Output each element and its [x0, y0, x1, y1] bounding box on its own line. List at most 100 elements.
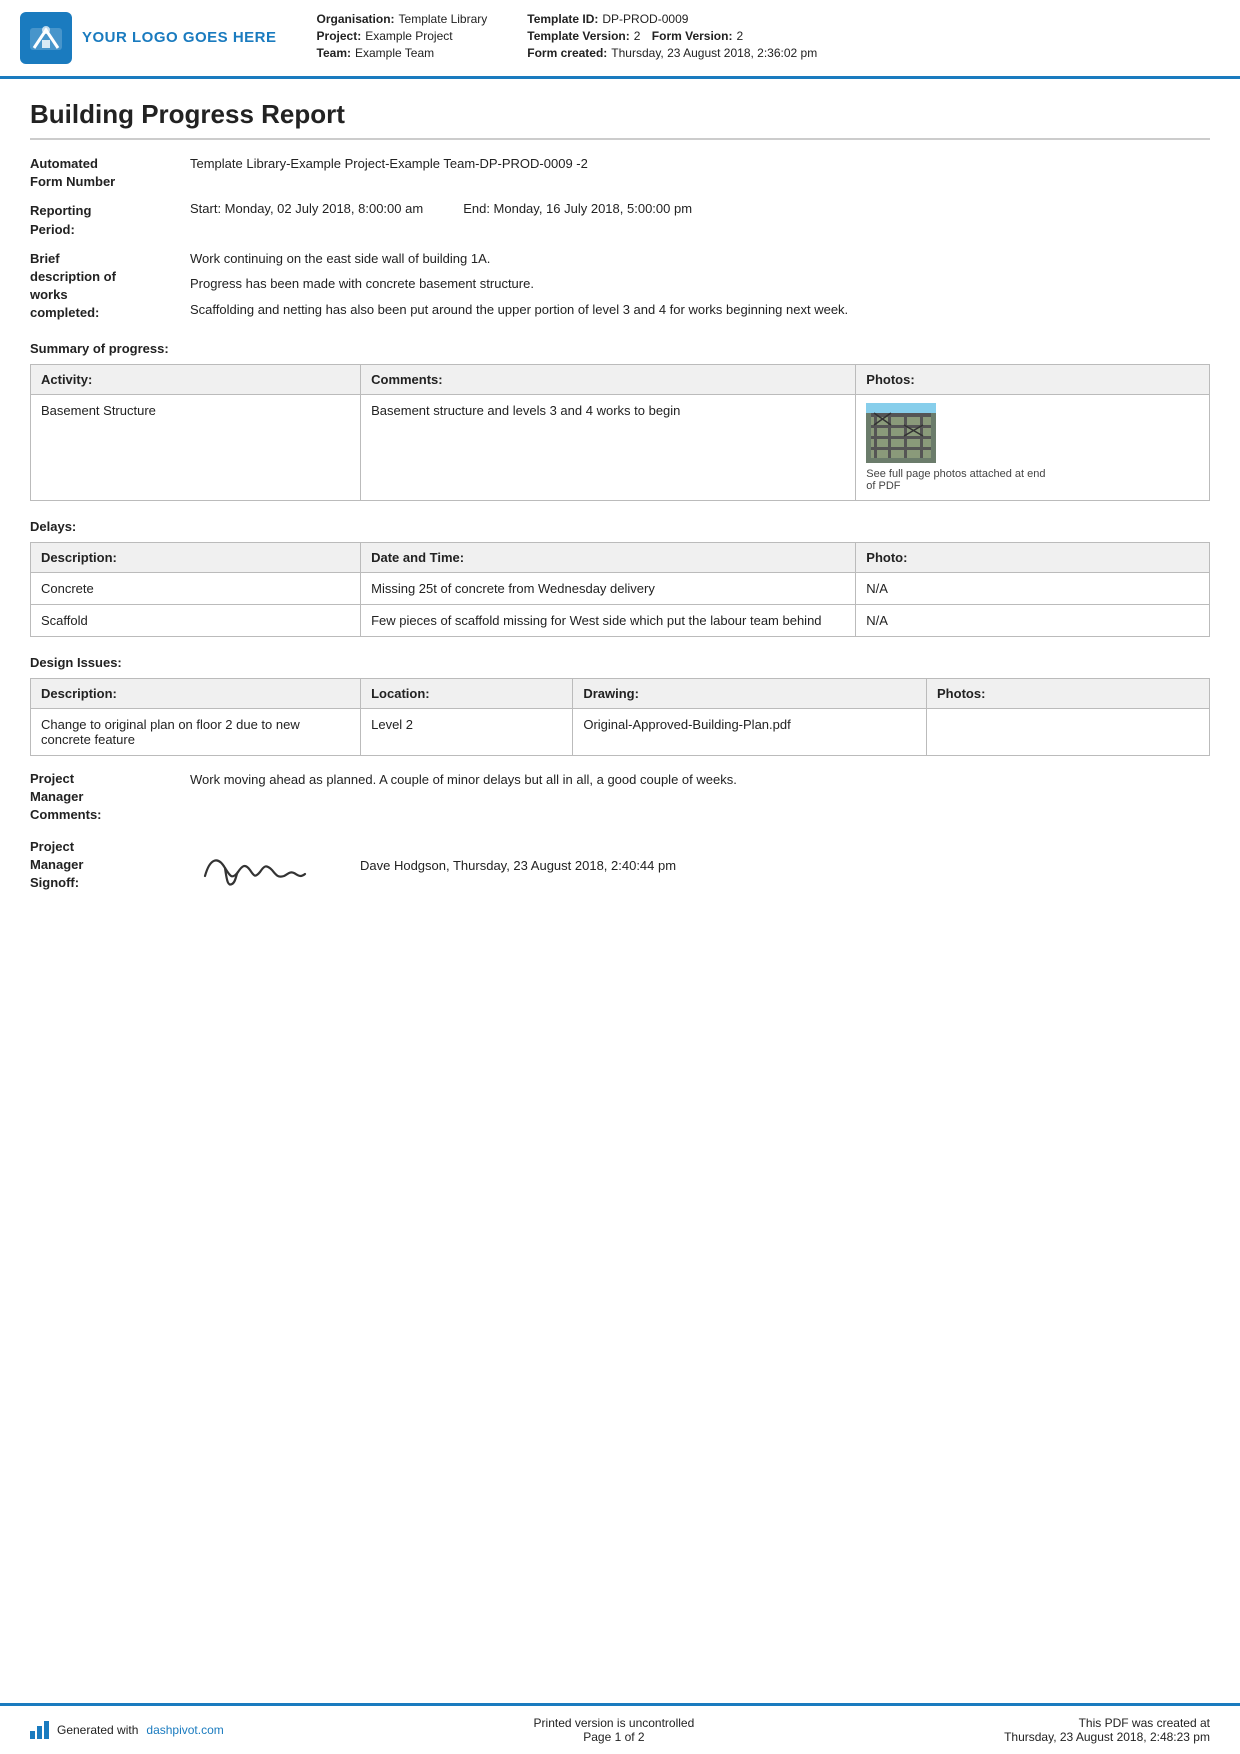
- form-number-value: Template Library-Example Project-Example…: [190, 154, 1210, 174]
- brief-desc-line-1: Work continuing on the east side wall of…: [190, 249, 1210, 269]
- delays-table: Description: Date and Time: Photo: Concr…: [30, 542, 1210, 637]
- project-value: Example Project: [365, 29, 452, 43]
- template-version-row: Template Version: 2 Form Version: 2: [527, 29, 817, 43]
- team-value: Example Team: [355, 46, 434, 60]
- design-col-photos: Photos:: [927, 678, 1210, 708]
- brief-desc-row: Briefdescription ofworkscompleted: Work …: [30, 249, 1210, 323]
- project-label: Project:: [317, 29, 362, 43]
- delays-photo-1: N/A: [856, 572, 1210, 604]
- pm-signoff-row: ProjectManagerSignoff: Dave Hodgson, Thu…: [30, 838, 1210, 893]
- form-fields: AutomatedForm Number Template Library-Ex…: [30, 154, 1210, 323]
- delays-header-row: Description: Date and Time: Photo:: [31, 542, 1210, 572]
- design-col-location: Location:: [361, 678, 573, 708]
- reporting-period-value: Start: Monday, 02 July 2018, 8:00:00 am …: [190, 201, 1210, 216]
- summary-col-photos: Photos:: [856, 364, 1210, 394]
- summary-photos-1: See full page photos attached at end of …: [856, 394, 1210, 500]
- form-created-value: Thursday, 23 August 2018, 2:36:02 pm: [611, 46, 817, 60]
- delays-section-header: Delays:: [30, 519, 1210, 534]
- delays-desc-2: Scaffold: [31, 604, 361, 636]
- pm-comments-value: Work moving ahead as planned. A couple o…: [190, 770, 1210, 790]
- delays-col-photo: Photo:: [856, 542, 1210, 572]
- delays-col-desc: Description:: [31, 542, 361, 572]
- footer-generated-link[interactable]: dashpivot.com: [146, 1723, 223, 1737]
- summary-section-header: Summary of progress:: [30, 341, 1210, 356]
- dashpivot-bar-icon: [30, 1721, 49, 1739]
- photo-caption: See full page photos attached at end of …: [866, 468, 1046, 492]
- header-meta: Organisation: Template Library Project: …: [297, 12, 1210, 64]
- team-label: Team:: [317, 46, 351, 60]
- summary-comments-1: Basement structure and levels 3 and 4 wo…: [361, 394, 856, 500]
- template-version-value: 2: [634, 29, 641, 43]
- pm-comments-row: ProjectManagerComments: Work moving ahea…: [30, 770, 1210, 825]
- brief-desc-label: Briefdescription ofworkscompleted:: [30, 249, 190, 323]
- summary-col-comments: Comments:: [361, 364, 856, 394]
- design-issues-table: Description: Location: Drawing: Photos: …: [30, 678, 1210, 756]
- summary-row-1: Basement Structure Basement structure an…: [31, 394, 1210, 500]
- org-value: Template Library: [399, 12, 488, 26]
- page-header: YOUR LOGO GOES HERE Organisation: Templa…: [0, 0, 1240, 79]
- design-desc-1: Change to original plan on floor 2 due t…: [31, 708, 361, 755]
- reporting-start: Start: Monday, 02 July 2018, 8:00:00 am: [190, 201, 423, 216]
- delays-datetime-1: Missing 25t of concrete from Wednesday d…: [361, 572, 856, 604]
- footer-page: Page 1 of 2: [534, 1730, 695, 1744]
- org-label: Organisation:: [317, 12, 395, 26]
- signature-area: Dave Hodgson, Thursday, 23 August 2018, …: [190, 838, 676, 893]
- org-row: Organisation: Template Library: [317, 12, 488, 26]
- brief-desc-line-2: Progress has been made with concrete bas…: [190, 274, 1210, 294]
- summary-activity-1: Basement Structure: [31, 394, 361, 500]
- logo-icon: [20, 12, 72, 64]
- footer-left: Generated with dashpivot.com: [30, 1721, 224, 1739]
- form-created-label: Form created:: [527, 46, 607, 60]
- delays-desc-1: Concrete: [31, 572, 361, 604]
- signature-image: [190, 838, 320, 893]
- template-id-label: Template ID:: [527, 12, 598, 26]
- design-col-desc: Description:: [31, 678, 361, 708]
- template-version-label: Template Version:: [527, 29, 629, 43]
- summary-table-header-row: Activity: Comments: Photos:: [31, 364, 1210, 394]
- pm-section: ProjectManagerComments: Work moving ahea…: [30, 770, 1210, 894]
- project-row: Project: Example Project: [317, 29, 488, 43]
- delays-col-datetime: Date and Time:: [361, 542, 856, 572]
- footer-uncontrolled: Printed version is uncontrolled: [534, 1716, 695, 1730]
- template-id-row: Template ID: DP-PROD-0009: [527, 12, 817, 26]
- design-issues-section-header: Design Issues:: [30, 655, 1210, 670]
- footer-pdf-created: This PDF was created at Thursday, 23 Aug…: [1004, 1716, 1210, 1744]
- reporting-end: End: Monday, 16 July 2018, 5:00:00 pm: [463, 201, 692, 216]
- pm-signoff-label: ProjectManagerSignoff:: [30, 838, 190, 893]
- footer-generated-text: Generated with: [57, 1723, 138, 1737]
- pm-signoff-name: Dave Hodgson, Thursday, 23 August 2018, …: [360, 858, 676, 873]
- delays-row-2: Scaffold Few pieces of scaffold missing …: [31, 604, 1210, 636]
- logo-section: YOUR LOGO GOES HERE: [20, 12, 277, 64]
- design-photos-1: [927, 708, 1210, 755]
- photo-thumbnail: [866, 403, 936, 463]
- form-version-label: Form Version:: [652, 29, 733, 43]
- design-location-1: Level 2: [361, 708, 573, 755]
- delays-row-1: Concrete Missing 25t of concrete from We…: [31, 572, 1210, 604]
- photo-cell: See full page photos attached at end of …: [866, 403, 1199, 492]
- template-id-value: DP-PROD-0009: [602, 12, 688, 26]
- summary-table: Activity: Comments: Photos: Basement Str…: [30, 364, 1210, 501]
- meta-col-left: Organisation: Template Library Project: …: [317, 12, 488, 64]
- design-drawing-1: Original-Approved-Building-Plan.pdf: [573, 708, 927, 755]
- brief-desc-value: Work continuing on the east side wall of…: [190, 249, 1210, 320]
- summary-col-activity: Activity:: [31, 364, 361, 394]
- form-number-label: AutomatedForm Number: [30, 154, 190, 191]
- reporting-period-label: ReportingPeriod:: [30, 201, 190, 238]
- page-footer: Generated with dashpivot.com Printed ver…: [0, 1703, 1240, 1754]
- pm-comments-label: ProjectManagerComments:: [30, 770, 190, 825]
- meta-col-right: Template ID: DP-PROD-0009 Template Versi…: [527, 12, 817, 64]
- design-col-drawing: Drawing:: [573, 678, 927, 708]
- delays-datetime-2: Few pieces of scaffold missing for West …: [361, 604, 856, 636]
- footer-center: Printed version is uncontrolled Page 1 o…: [534, 1716, 695, 1744]
- form-created-row: Form created: Thursday, 23 August 2018, …: [527, 46, 817, 60]
- design-issues-row-1: Change to original plan on floor 2 due t…: [31, 708, 1210, 755]
- reporting-period-row: ReportingPeriod: Start: Monday, 02 July …: [30, 201, 1210, 238]
- main-content: Building Progress Report AutomatedForm N…: [0, 79, 1240, 1315]
- brief-desc-line-3: Scaffolding and netting has also been pu…: [190, 300, 1210, 320]
- logo-text: YOUR LOGO GOES HERE: [82, 28, 277, 48]
- form-version-value: 2: [736, 29, 743, 43]
- design-issues-header-row: Description: Location: Drawing: Photos:: [31, 678, 1210, 708]
- report-title: Building Progress Report: [30, 99, 1210, 140]
- team-row: Team: Example Team: [317, 46, 488, 60]
- footer-right: This PDF was created at Thursday, 23 Aug…: [1004, 1716, 1210, 1744]
